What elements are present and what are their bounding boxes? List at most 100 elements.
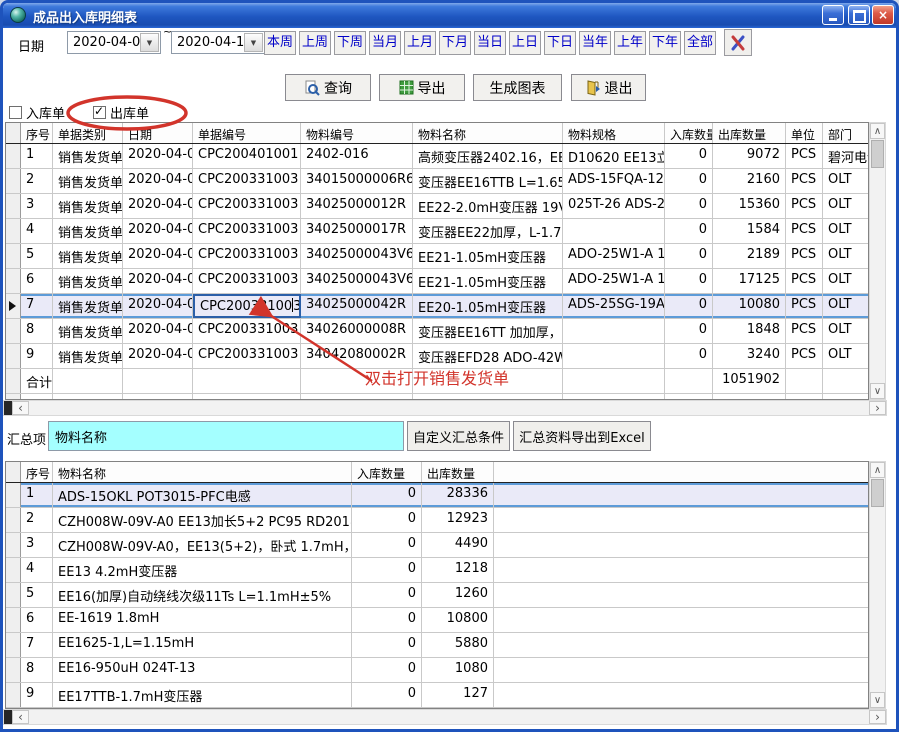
range-button-this-week[interactable]: 本周 — [264, 31, 296, 55]
cell[interactable]: EE-1619 1.8mH — [53, 608, 352, 632]
column-header-8[interactable]: 入库数量 — [665, 123, 713, 143]
cell[interactable]: 34025000017R — [301, 219, 413, 243]
cell[interactable]: 3 — [21, 533, 53, 557]
cell[interactable]: EE16(加厚)自动绕线次级11Ts L=1.1mH±5% — [53, 583, 352, 607]
cell[interactable]: 2160 — [713, 169, 786, 193]
inbound-filter[interactable]: 入库单 — [9, 103, 65, 122]
cell[interactable]: PCS — [786, 144, 823, 168]
cell[interactable]: 销售发货单 — [53, 344, 123, 368]
cell[interactable]: 1218 — [422, 558, 494, 582]
outbound-checkbox[interactable] — [93, 106, 106, 119]
cell[interactable]: 0 — [665, 169, 713, 193]
cell[interactable]: EE17TTB-1.7mH变压器 — [53, 683, 352, 707]
cell[interactable]: 0 — [352, 483, 422, 507]
scroll-left-icon[interactable]: ‹ — [12, 401, 29, 415]
column-header-2[interactable]: 物料名称 — [53, 462, 352, 482]
range-button-last-day[interactable]: 上日 — [509, 31, 541, 55]
cell[interactable]: 15360 — [713, 194, 786, 218]
cell[interactable]: 1848 — [713, 319, 786, 343]
cell[interactable]: 12923 — [422, 508, 494, 532]
cell[interactable]: 8 — [21, 658, 53, 682]
cell[interactable]: 10080 — [713, 294, 786, 318]
summary-row-8[interactable]: 8EE16-950uH 024T-1301080 — [6, 658, 868, 683]
cell[interactable]: ADO-25W1-A 19(X — [563, 269, 665, 293]
summary-row-6[interactable]: 6EE-1619 1.8mH010800 — [6, 608, 868, 633]
cell[interactable]: 7 — [21, 633, 53, 657]
cell[interactable]: 2189 — [713, 244, 786, 268]
cell[interactable]: 0 — [352, 608, 422, 632]
range-button-this-month[interactable]: 当月 — [369, 31, 401, 55]
cell[interactable]: 3 — [21, 194, 53, 218]
range-button-last-month[interactable]: 上月 — [404, 31, 436, 55]
summary-row-1[interactable]: 1ADS-15OKL POT3015-PFC电感028336 — [6, 483, 868, 508]
detail-row-2[interactable]: 2销售发货单2020-04-01CPC20033100334015000006R… — [6, 169, 868, 194]
cell[interactable]: ADS-15FQA-12 12 — [563, 169, 665, 193]
cell[interactable]: OLT — [823, 344, 869, 368]
scroll-down-icon[interactable]: ∨ — [870, 383, 885, 399]
column-header-3[interactable]: 入库数量 — [352, 462, 422, 482]
cell[interactable]: 10800 — [422, 608, 494, 632]
range-button-this-day[interactable]: 当日 — [474, 31, 506, 55]
cell[interactable]: 34025000043V62 — [301, 244, 413, 268]
tools-button[interactable] — [724, 29, 752, 56]
maximize-button[interactable] — [848, 5, 870, 25]
cell[interactable]: 4490 — [422, 533, 494, 557]
cell[interactable]: 4 — [21, 558, 53, 582]
range-button-next-week[interactable]: 下周 — [334, 31, 366, 55]
cell[interactable]: 8 — [21, 319, 53, 343]
cell[interactable]: CZH008W-09V-A0，EE13(5+2)，卧式 1.7mH，RD201 — [53, 533, 352, 557]
cell[interactable]: 变压器EE16TTB L=1.65mH — [413, 169, 563, 193]
cell[interactable]: 0 — [665, 244, 713, 268]
cell[interactable]: 2020-04-01 — [123, 144, 193, 168]
scroll-up-icon[interactable]: ∧ — [870, 462, 885, 478]
cell[interactable]: 17125 — [713, 269, 786, 293]
scrollbar-thumb[interactable] — [871, 479, 884, 507]
chevron-down-icon[interactable]: ▼ — [244, 33, 263, 52]
cell[interactable]: CPC200331003 — [193, 269, 301, 293]
cell[interactable]: 高频变压器2402.16，EE13 — [413, 144, 563, 168]
cell[interactable]: 0 — [352, 658, 422, 682]
cell[interactable]: 销售发货单 — [53, 169, 123, 193]
cell[interactable]: 5 — [21, 583, 53, 607]
cell[interactable]: 2020-04-01 — [123, 269, 193, 293]
detail-row-7[interactable]: 7销售发货单2020-04-01CPC20033100334025000042R… — [6, 294, 868, 319]
cell[interactable]: PCS — [786, 269, 823, 293]
column-header-7[interactable]: 物料规格 — [563, 123, 665, 143]
cell[interactable]: 025T-26 ADS-25S — [563, 194, 665, 218]
summary-row-7[interactable]: 7EE1625-1,L=1.15mH05880 — [6, 633, 868, 658]
cell[interactable]: EE13 4.2mH变压器 — [53, 558, 352, 582]
cell[interactable]: 2020-04-01 — [123, 194, 193, 218]
detail-row-5[interactable]: 5销售发货单2020-04-01CPC20033100334025000043V… — [6, 244, 868, 269]
summary-horizontal-scrollbar[interactable]: ‹ › — [3, 709, 887, 725]
minimize-button[interactable] — [822, 5, 844, 25]
cell[interactable]: 0 — [352, 633, 422, 657]
cell[interactable]: PCS — [786, 319, 823, 343]
column-header-2[interactable]: 单据类别 — [53, 123, 123, 143]
cell[interactable]: 0 — [665, 319, 713, 343]
detail-row-3[interactable]: 3销售发货单2020-04-01CPC20033100334025000012R… — [6, 194, 868, 219]
column-header-1[interactable]: 序号 — [21, 462, 53, 482]
cell[interactable]: 2402-016 — [301, 144, 413, 168]
cell[interactable]: 变压器EE16TT 加加厚，L= — [413, 319, 563, 343]
cell[interactable]: 0 — [352, 683, 422, 707]
column-header-4[interactable]: 单据编号 — [193, 123, 301, 143]
cell[interactable]: 2020-04-01 — [123, 294, 193, 318]
cell[interactable]: 1 — [21, 483, 53, 507]
cell[interactable]: 销售发货单 — [53, 194, 123, 218]
cell[interactable]: 销售发货单 — [53, 144, 123, 168]
cell[interactable]: CPC200401001 — [193, 144, 301, 168]
cell[interactable]: 变压器EE22加厚，L-1.75m — [413, 219, 563, 243]
cell[interactable] — [563, 219, 665, 243]
cell[interactable]: CPC200331003 — [193, 194, 301, 218]
range-button-last-year[interactable]: 上年 — [614, 31, 646, 55]
cell[interactable]: 0 — [665, 294, 713, 318]
cell[interactable]: 5880 — [422, 633, 494, 657]
cell[interactable]: 1080 — [422, 658, 494, 682]
detail-horizontal-scrollbar[interactable]: ‹ › — [3, 400, 887, 416]
detail-row-1[interactable]: 1销售发货单2020-04-01CPC2004010012402-016高频变压… — [6, 144, 868, 169]
cell[interactable]: OLT — [823, 269, 869, 293]
detail-vertical-scrollbar[interactable]: ∧ ∨ — [869, 122, 886, 400]
cell[interactable]: 0 — [352, 583, 422, 607]
detail-row-8[interactable]: 8销售发货单2020-04-01CPC20033100334026000008R… — [6, 319, 868, 344]
summary-vertical-scrollbar[interactable]: ∧ ∨ — [869, 461, 886, 709]
